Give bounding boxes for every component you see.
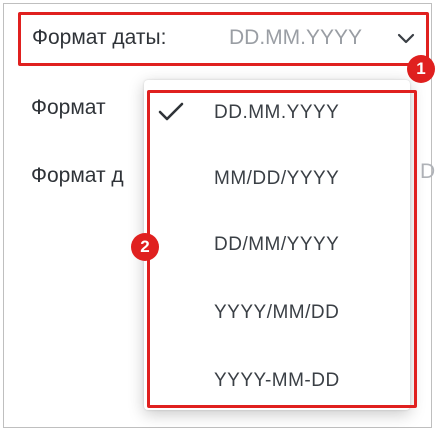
date-format-select[interactable]: Формат даты: DD.MM.YYYY [18,12,429,66]
callout-badge-1: 1 [407,55,435,83]
date-format-label: Формат даты: [32,26,167,49]
setting-value-3-partial: D [420,160,436,183]
dropdown-option-yyyy-mm-dd-slash[interactable]: YYYY/MM/DD [214,302,339,324]
checkmark-icon [158,102,184,121]
chevron-down-icon[interactable] [397,31,415,45]
dropdown-option-dd-mm-yyyy-dot[interactable]: DD.MM.YYYY [214,102,339,124]
dropdown-option-yyyy-mm-dd-dash[interactable]: YYYY-MM-DD [214,370,340,392]
date-format-dropdown: DD.MM.YYYY MM/DD/YYYY DD/MM/YYYY YYYY/MM… [144,80,410,410]
dropdown-option-dd-mm-yyyy-slash[interactable]: DD/MM/YYYY [214,234,339,256]
dropdown-option-mm-dd-yyyy[interactable]: MM/DD/YYYY [214,168,339,190]
setting-label-3: Формат д [31,164,124,187]
date-format-value[interactable]: DD.MM.YYYY [229,26,362,50]
setting-label-2: Формат [31,96,106,119]
callout-badge-2: 2 [131,233,159,261]
